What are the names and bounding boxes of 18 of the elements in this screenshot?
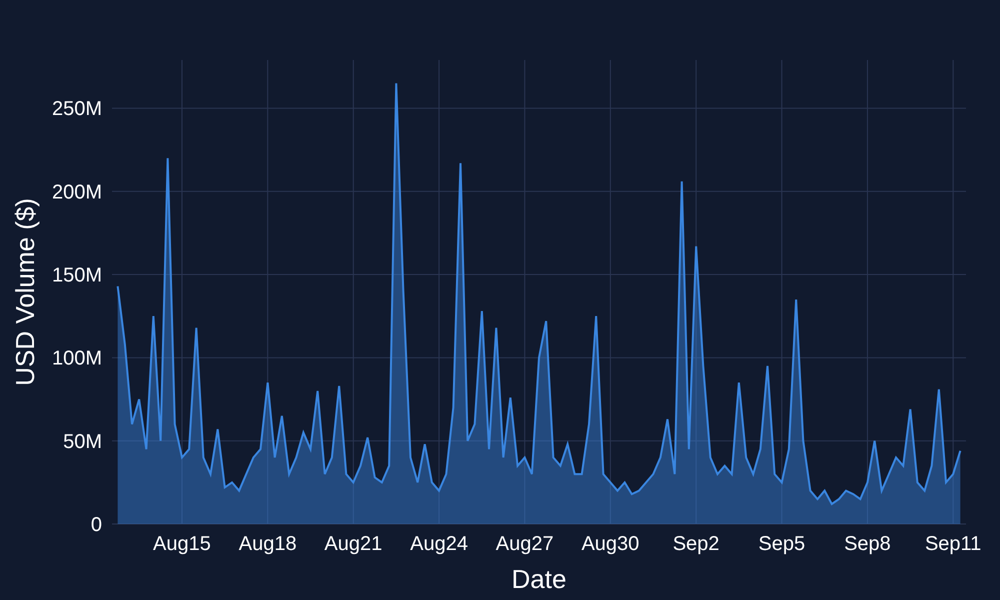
x-tick-label: Aug18 [238, 533, 297, 555]
x-tick-label: Sep8 [844, 533, 891, 555]
y-tick-label: 200M [52, 181, 102, 204]
y-tick-label: 0 [90, 514, 102, 536]
x-tick-label: Aug15 [153, 533, 211, 555]
y-axis-title: USD Volume ($) [10, 198, 40, 386]
x-tick-label: Aug21 [324, 533, 382, 555]
x-axis-title: Date [512, 564, 566, 594]
x-tick-label: Sep2 [672, 533, 720, 555]
x-tick-label: Aug24 [410, 533, 468, 555]
x-tick-label: Sep5 [758, 533, 806, 555]
y-tick-label: 50M [63, 430, 102, 453]
x-tick-label: Aug30 [581, 533, 640, 555]
y-tick-label: 100M [52, 348, 102, 370]
x-tick-label: Sep11 [924, 533, 982, 555]
y-tick-label: 150M [52, 264, 102, 287]
x-tick-label: Aug27 [496, 533, 554, 555]
y-tick-label: 250M [52, 98, 102, 120]
